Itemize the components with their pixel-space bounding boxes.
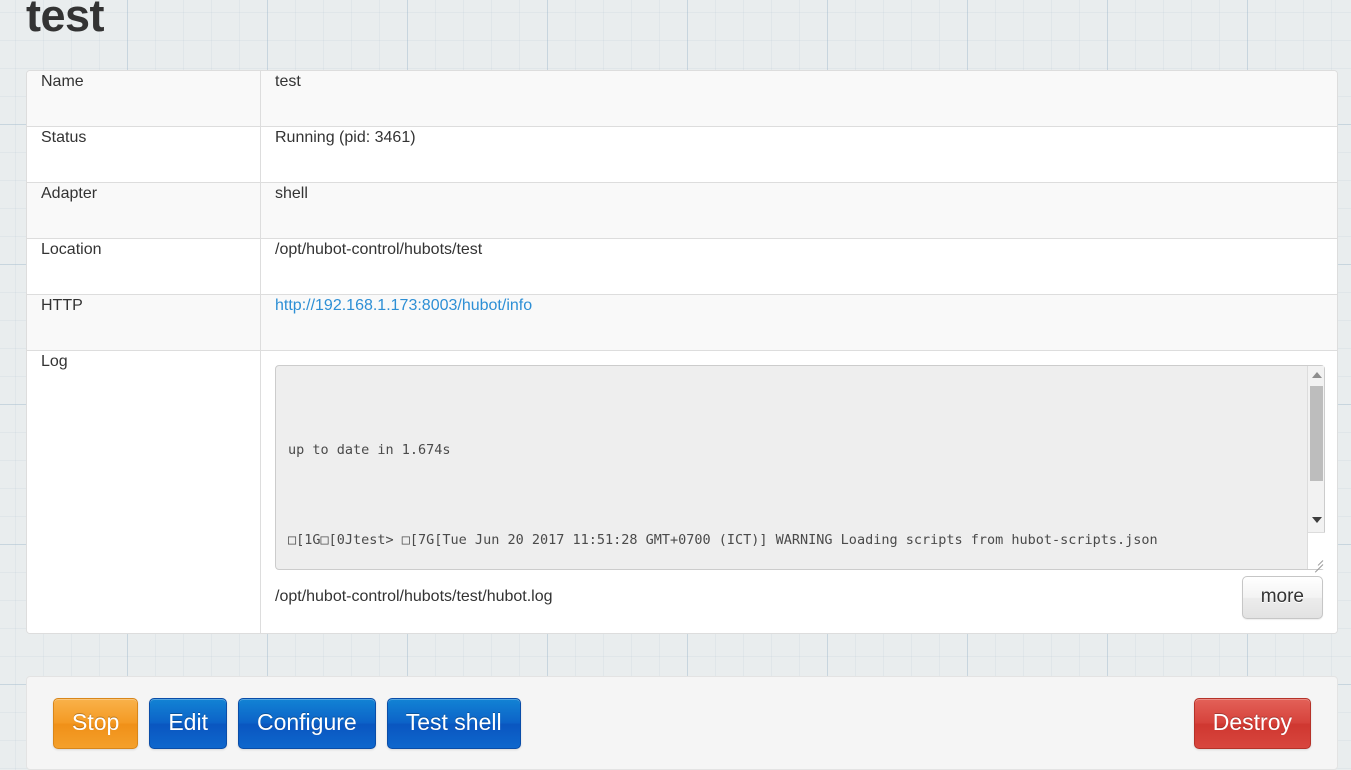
row-value-name: test <box>261 71 1337 127</box>
adapter-value: shell <box>261 183 1337 239</box>
status-value: Running (pid: 3461) <box>261 127 1337 183</box>
destructive-actions: Destroy <box>1193 697 1311 749</box>
hubot-info-link[interactable]: http://192.168.1.173:8003/hubot/info <box>275 297 532 314</box>
page-root: test Name test Status Running (pid: 3461… <box>0 0 1351 770</box>
log-footer: /opt/hubot-control/hubots/test/hubot.log… <box>261 561 1337 633</box>
table-row-log: Log up to date in 1.674s □[1G□[0Jtest> □… <box>27 351 1337 633</box>
configure-button[interactable]: Configure <box>237 697 376 749</box>
page-title: test <box>26 0 105 41</box>
log-viewer: up to date in 1.674s □[1G□[0Jtest> □[7G[… <box>261 351 1337 573</box>
row-label-status: Status <box>27 127 261 183</box>
http-value-cell: http://192.168.1.173:8003/hubot/info <box>261 295 1337 351</box>
edit-button[interactable]: Edit <box>149 697 227 749</box>
table-row-name: Name test <box>27 71 1337 127</box>
destroy-button[interactable]: Destroy <box>1193 697 1311 749</box>
test-shell-button[interactable]: Test shell <box>386 697 521 749</box>
scroll-down-arrow-icon[interactable] <box>1308 511 1325 528</box>
log-scrollbar[interactable] <box>1307 366 1325 573</box>
log-textarea[interactable]: up to date in 1.674s □[1G□[0Jtest> □[7G[… <box>275 365 1325 570</box>
location-value: /opt/hubot-control/hubots/test <box>261 239 1337 295</box>
scroll-up-arrow-icon[interactable] <box>1308 366 1325 383</box>
action-footer: Stop Edit Configure Test shell Destroy <box>26 676 1338 770</box>
log-line: □[1G□[0Jtest> □[7G[Tue Jun 20 2017 11:51… <box>288 532 1158 548</box>
table-row-location: Location /opt/hubot-control/hubots/test <box>27 239 1337 295</box>
table-row-adapter: Adapter shell <box>27 183 1337 239</box>
log-textarea-wrap: up to date in 1.674s □[1G□[0Jtest> □[7G[… <box>275 365 1325 573</box>
hubot-info-table: Name test Status Running (pid: 3461) Ada… <box>26 70 1338 634</box>
log-file-path: /opt/hubot-control/hubots/test/hubot.log <box>275 588 553 605</box>
row-label-adapter: Adapter <box>27 183 261 239</box>
primary-actions: Stop Edit Configure Test shell <box>53 697 521 749</box>
row-label-http: HTTP <box>27 295 261 351</box>
log-line: up to date in 1.674s <box>288 442 451 458</box>
row-label-location: Location <box>27 239 261 295</box>
more-button[interactable]: more <box>1241 575 1323 619</box>
row-label-log: Log <box>27 351 261 633</box>
table-row-status: Status Running (pid: 3461) <box>27 127 1337 183</box>
row-label-name: Name <box>27 71 261 127</box>
log-cell: up to date in 1.674s □[1G□[0Jtest> □[7G[… <box>261 351 1337 633</box>
table-row-http: HTTP http://192.168.1.173:8003/hubot/inf… <box>27 295 1337 351</box>
stop-button[interactable]: Stop <box>53 697 139 749</box>
scrollbar-thumb[interactable] <box>1310 386 1323 481</box>
